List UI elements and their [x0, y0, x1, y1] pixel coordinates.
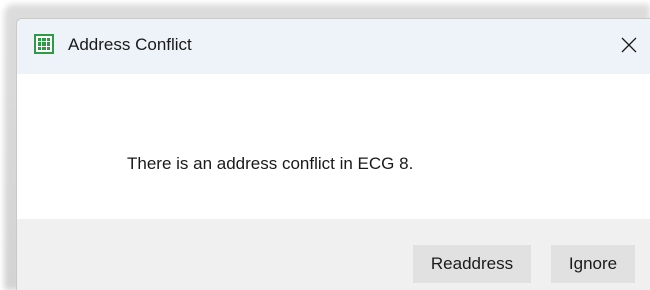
dialog-title: Address Conflict: [68, 35, 192, 54]
dialog-content: There is an address conflict in ECG 8.: [17, 74, 650, 219]
title-bar[interactable]: Address Conflict: [17, 19, 650, 74]
screenshot-canvas: Address Conflict There is an address con…: [0, 0, 650, 290]
dialog-message: There is an address conflict in ECG 8.: [127, 154, 414, 173]
close-button[interactable]: [611, 27, 647, 63]
ignore-button[interactable]: Ignore: [551, 245, 635, 283]
dialog-footer: Readdress Ignore: [17, 219, 650, 290]
address-conflict-dialog: Address Conflict There is an address con…: [16, 18, 650, 290]
app-grid-icon: [34, 34, 54, 54]
close-icon: [621, 37, 637, 53]
readdress-button[interactable]: Readdress: [413, 245, 531, 283]
